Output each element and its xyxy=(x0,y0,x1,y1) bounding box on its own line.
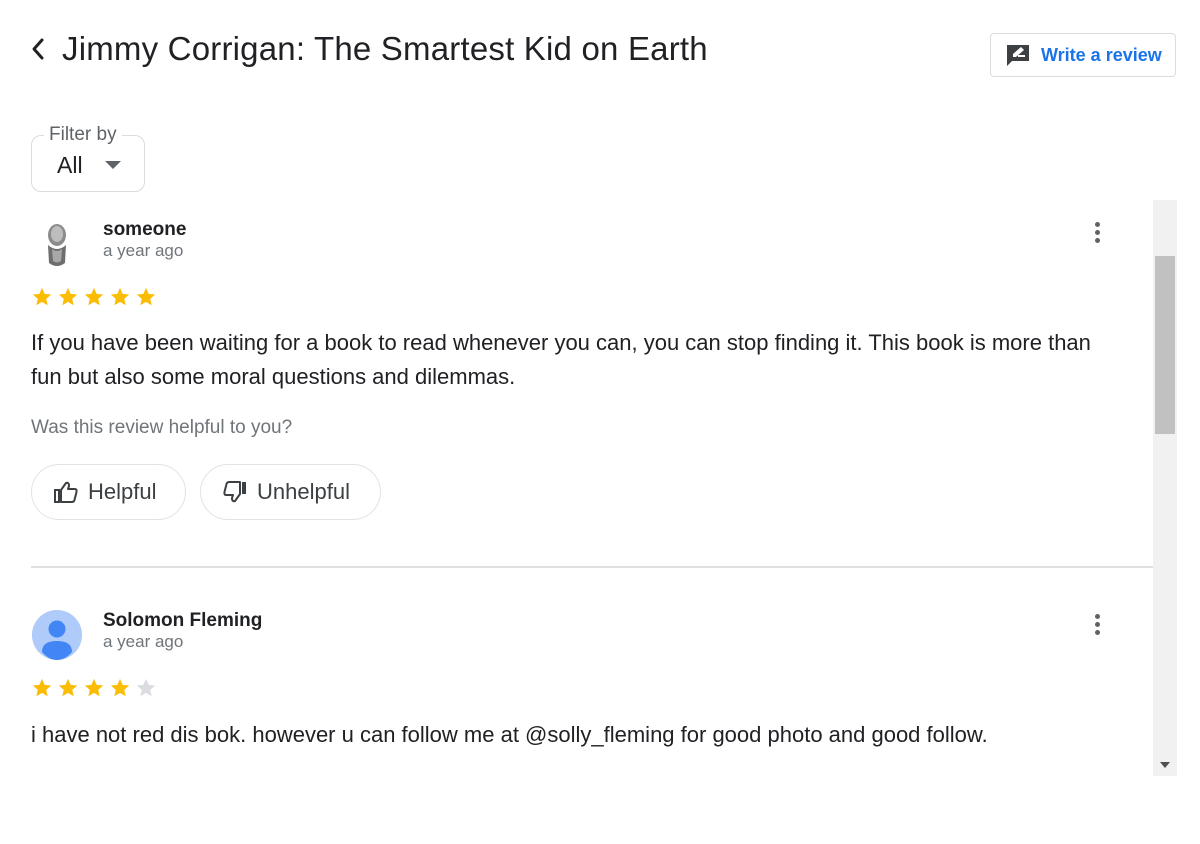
helpful-label: Helpful xyxy=(88,479,157,504)
star-empty-icon xyxy=(136,678,156,697)
star-filled-icon xyxy=(58,287,78,306)
caret-down-icon xyxy=(105,161,121,169)
review-item: someone a year ago If you have been wait… xyxy=(0,200,1153,568)
helpful-button[interactable]: Helpful xyxy=(31,464,186,520)
helpful-question: Was this review helpful to you? xyxy=(31,417,293,438)
review-item: Solomon Fleming a year ago i have not re… xyxy=(0,592,1153,776)
star-filled-icon xyxy=(110,287,130,306)
filter-legend: Filter by xyxy=(44,124,122,146)
scrollbar[interactable] xyxy=(1153,200,1177,776)
write-review-label: Write a review xyxy=(1041,44,1162,65)
back-button[interactable] xyxy=(30,29,56,69)
user-photo xyxy=(32,219,82,269)
scrollbar-thumb[interactable] xyxy=(1155,256,1175,434)
review-author: someone xyxy=(103,219,187,240)
star-rating xyxy=(31,286,157,308)
star-filled-icon xyxy=(32,678,52,697)
review-text: If you have been waiting for a book to r… xyxy=(31,330,1091,389)
star-filled-icon xyxy=(136,287,156,306)
reviews-list[interactable]: someone a year ago If you have been wait… xyxy=(0,200,1177,776)
page-header: Jimmy Corrigan: The Smartest Kid on Eart… xyxy=(30,24,708,74)
review-time: a year ago xyxy=(103,632,184,651)
thumb-down-icon xyxy=(223,481,246,503)
review-text: i have not red dis bok. however u can fo… xyxy=(31,722,988,747)
unhelpful-button[interactable]: Unhelpful xyxy=(200,464,381,520)
star-filled-icon xyxy=(58,678,78,697)
write-review-button[interactable]: Write a review xyxy=(990,33,1176,77)
star-rating xyxy=(31,677,157,699)
more-vert-icon[interactable] xyxy=(1086,610,1108,638)
default-avatar-icon xyxy=(32,610,82,660)
star-filled-icon xyxy=(110,678,130,697)
filter-selected-value: All xyxy=(57,152,83,178)
more-vert-icon[interactable] xyxy=(1086,218,1108,246)
filter-dropdown[interactable]: Filter by All xyxy=(31,124,145,192)
thumb-up-icon xyxy=(54,481,78,503)
avatar xyxy=(32,610,82,660)
unhelpful-label: Unhelpful xyxy=(257,479,350,504)
avatar xyxy=(32,219,82,269)
star-filled-icon xyxy=(32,287,52,306)
review-time: a year ago xyxy=(103,241,184,260)
star-filled-icon xyxy=(84,678,104,697)
reviews-page: Jimmy Corrigan: The Smartest Kid on Eart… xyxy=(0,0,1200,844)
scroll-down-arrow-icon[interactable] xyxy=(1160,762,1170,768)
star-filled-icon xyxy=(84,287,104,306)
chevron-left-icon xyxy=(32,38,44,60)
page-title: Jimmy Corrigan: The Smartest Kid on Eart… xyxy=(62,30,708,67)
review-author: Solomon Fleming xyxy=(103,610,263,631)
review-divider xyxy=(31,566,1153,568)
rate-review-icon xyxy=(1007,45,1029,66)
